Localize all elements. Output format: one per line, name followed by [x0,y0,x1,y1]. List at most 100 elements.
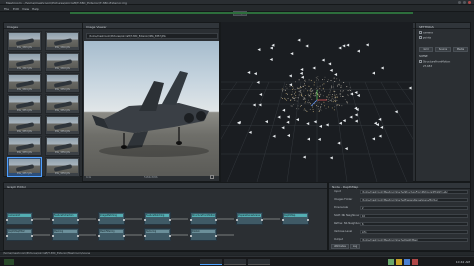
camera-frustum-icon[interactable] [299,71,303,75]
camera-frustum-icon[interactable] [356,49,360,53]
image-path-field[interactable]: /home/meshroom/Pictures/Aircraft/T-38C_E… [86,33,218,39]
graph-node[interactable]: Texturing [144,228,171,241]
camera-frustum-icon[interactable] [253,72,257,76]
camera-frustum-icon[interactable] [378,117,382,121]
taskbar-app-3[interactable] [248,259,270,265]
graph-node[interactable]: MeshFiltering [98,228,125,241]
tray-notify-icon[interactable] [412,259,418,265]
camera-frustum-icon[interactable] [365,43,369,47]
start-menu-button[interactable] [4,259,14,265]
graph-node[interactable]: StructureFromMotion [190,212,217,225]
tab-attributes[interactable]: Attributes [331,244,349,249]
image-thumbnail[interactable]: IMG_3854.JPG [45,115,80,135]
camera-frustum-icon[interactable] [257,48,261,52]
camera-frustum-icon[interactable] [325,123,329,127]
camera-frustum-icon[interactable] [236,121,240,125]
attribute-field[interactable]: 6 [360,221,468,226]
node-input-port[interactable] [52,219,54,221]
image-thumbnail[interactable]: IMG_3852.JPG [45,94,80,114]
camera-frustum-icon[interactable] [321,58,325,62]
node-output-port[interactable] [123,219,125,221]
node-input-port[interactable] [98,235,100,237]
camera-frustum-icon[interactable] [286,133,290,137]
graph-node[interactable]: FeatureExtraction [52,212,79,225]
node-output-port[interactable] [31,235,33,237]
camera-frustum-icon[interactable] [334,72,338,76]
media-button[interactable]: Media [453,47,468,52]
camera-frustum-icon[interactable] [259,93,263,97]
camera-frustum-icon[interactable] [302,155,306,159]
graph-node[interactable]: Publish [190,228,217,241]
toggle-points[interactable]: points [419,36,431,40]
viewer3d-canvas[interactable] [221,22,413,182]
node-output-port[interactable] [215,219,217,221]
points-checkbox[interactable] [419,36,422,39]
camera-frustum-icon[interactable] [372,137,376,141]
tray-volume-icon[interactable] [396,259,402,265]
source-button[interactable]: Source [435,47,451,52]
camera-frustum-icon[interactable] [354,113,358,117]
camera-frustum-icon[interactable] [319,124,323,128]
image-thumbnail[interactable]: IMG_3851.JPG [7,94,42,114]
graph-node[interactable]: Meshing [52,228,79,241]
node-output-port[interactable] [77,235,79,237]
camera-frustum-icon[interactable] [282,108,286,112]
camera-frustum-icon[interactable] [286,120,290,124]
camera-frustum-icon[interactable] [313,120,317,124]
node-input-port[interactable] [282,219,284,221]
node-output-port[interactable] [169,219,171,221]
taskbar-app-2[interactable] [224,259,246,265]
camera-frustum-icon[interactable] [288,74,292,78]
node-input-port[interactable] [144,219,146,221]
camera-frustum-icon[interactable] [300,75,304,79]
camera-frustum-icon[interactable] [329,68,333,72]
attribute-field[interactable]: /home/meshroom/MeshroomCache/StructureFr… [360,189,468,194]
camera-frustum-icon[interactable] [305,44,309,48]
menu-file[interactable]: File [4,7,9,11]
graph-node[interactable]: PrepareDenseScene [236,212,263,225]
viewer-settings-icon[interactable] [210,175,214,179]
camera-frustum-icon[interactable] [286,115,290,119]
camera-frustum-icon[interactable] [300,67,304,71]
close-button[interactable] [468,1,471,4]
node-input-port[interactable] [98,219,100,221]
camera-checkbox[interactable] [419,31,422,34]
camera-frustum-icon[interactable] [289,83,293,87]
image-thumbnail[interactable]: IMG_3855.JPG [7,136,42,156]
image-thumbnail[interactable]: IMG_3847.JPG [7,52,42,72]
image-thumbnail[interactable]: IMG_3858.JPG [45,157,80,177]
graph-node[interactable]: FeatureMatching [144,212,171,225]
image-thumbnail[interactable]: IMG_3853.JPG [7,115,42,135]
menu-view[interactable]: View [22,7,29,11]
minimize-button[interactable] [458,1,461,4]
image-thumbnail[interactable]: IMG_3850.JPG [45,73,80,93]
node-output-port[interactable] [215,235,217,237]
camera-frustum-icon[interactable] [354,119,358,123]
camera-frustum-icon[interactable] [329,156,333,160]
tray-network-icon[interactable] [388,259,394,265]
attribute-field[interactable]: 2 [360,205,468,210]
camera-frustum-icon[interactable] [269,57,273,61]
node-output-port[interactable] [31,219,33,221]
camera-frustum-icon[interactable] [344,147,348,151]
grid-button[interactable]: Grid [419,47,433,52]
node-input-port[interactable] [6,235,8,237]
node-input-port[interactable] [6,219,8,221]
camera-frustum-icon[interactable] [328,62,332,66]
graph-node[interactable]: ImageMatching [98,212,125,225]
camera-frustum-icon[interactable] [271,43,275,47]
sfm-checkbox[interactable] [419,60,422,63]
taskbar-app-meshroom[interactable] [200,259,222,265]
attribute-field[interactable]: info [360,229,468,234]
camera-frustum-icon[interactable] [317,137,321,141]
camera-frustum-icon[interactable] [380,66,384,70]
node-input-port[interactable] [144,235,146,237]
camera-frustum-icon[interactable] [394,110,398,114]
camera-frustum-icon[interactable] [281,126,285,130]
camera-frustum-icon[interactable] [290,52,294,56]
node-output-port[interactable] [307,219,309,221]
menu-edit[interactable]: Edit [13,7,19,11]
node-output-port[interactable] [77,219,79,221]
node-output-port[interactable] [169,235,171,237]
camera-frustum-icon[interactable] [354,106,358,110]
